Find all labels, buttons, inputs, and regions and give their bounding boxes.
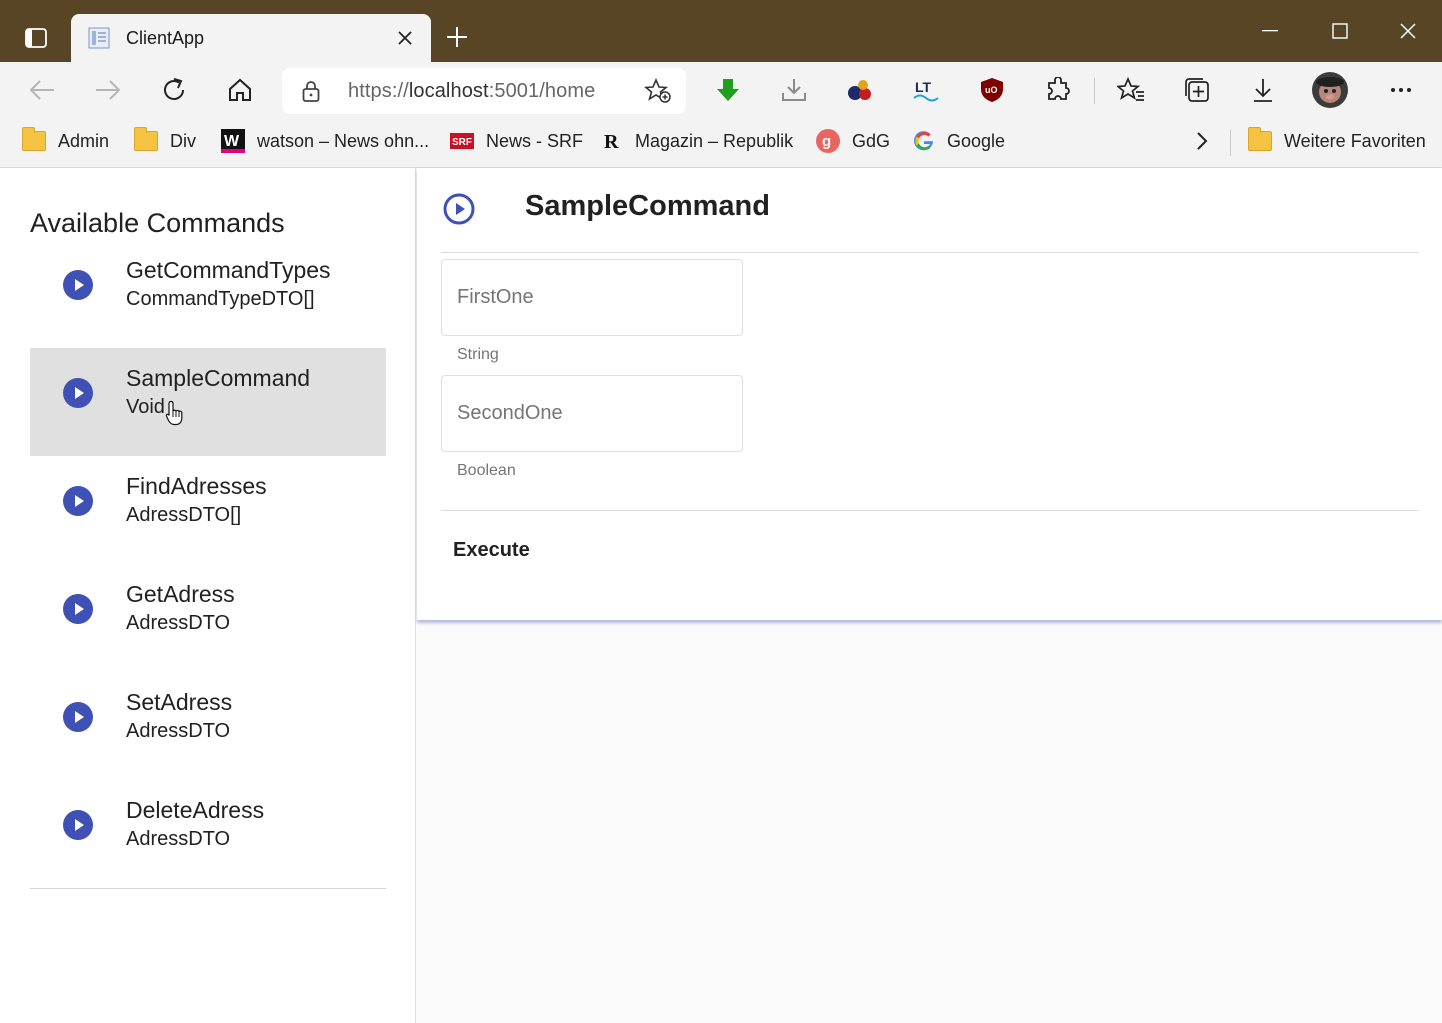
back-icon[interactable] xyxy=(24,72,60,108)
command-name: SetAdress xyxy=(126,689,233,715)
refresh-icon[interactable] xyxy=(156,72,192,108)
command-return-type: CommandTypeDTO[] xyxy=(126,288,315,310)
mouse-cursor-icon xyxy=(165,400,185,431)
favorites-bar: Admin Div W watson – News ohn... SRF New… xyxy=(0,118,1442,168)
bookmarks-separator xyxy=(1230,130,1231,156)
play-circle-icon xyxy=(63,810,93,840)
play-circle-outline-icon xyxy=(443,193,475,225)
bookmark-watson[interactable]: W watson – News ohn... xyxy=(221,128,429,154)
toolbar-separator xyxy=(1094,78,1095,104)
first-one-type-hint: String xyxy=(457,346,499,363)
command-item[interactable]: DeleteAdress AdressDTO xyxy=(30,780,386,888)
bookmark-srf[interactable]: SRF News - SRF xyxy=(450,128,583,154)
watson-icon: W xyxy=(221,129,245,153)
close-tab-icon[interactable] xyxy=(393,26,417,50)
home-icon[interactable] xyxy=(222,72,258,108)
second-one-field[interactable] xyxy=(441,375,743,452)
svg-text:R: R xyxy=(604,131,619,152)
command-item[interactable]: SampleCommand Void xyxy=(30,348,386,456)
tab-actions-icon[interactable] xyxy=(18,22,54,54)
command-name: FindAdresses xyxy=(126,473,267,499)
bookmark-admin[interactable]: Admin xyxy=(22,127,109,154)
languagetool-icon[interactable]: LT xyxy=(908,72,944,108)
close-window-icon[interactable] xyxy=(1391,14,1425,48)
command-name: GetCommandTypes xyxy=(126,257,331,283)
svg-text:W: W xyxy=(224,133,240,150)
command-name: DeleteAdress xyxy=(126,797,265,823)
republik-icon: R xyxy=(601,130,623,152)
bookmark-div[interactable]: Div xyxy=(134,127,196,154)
command-title: SampleCommand xyxy=(525,190,770,222)
execute-button[interactable]: Execute xyxy=(441,530,542,570)
extensions-icon[interactable] xyxy=(1040,72,1076,108)
svg-text:SRF: SRF xyxy=(452,137,472,148)
srf-icon: SRF xyxy=(450,133,474,149)
commands-sidebar: Available Commands GetCommandTypes Comman… xyxy=(0,168,416,1023)
browser-toolbar: https://localhost:5001/home LT uO xyxy=(0,62,1442,118)
profile-avatar[interactable] xyxy=(1312,72,1348,108)
command-item[interactable]: FindAdresses AdressDTO[] xyxy=(30,456,386,564)
new-tab-icon[interactable] xyxy=(442,22,472,52)
sidebar-divider xyxy=(30,888,386,889)
page-favicon-icon xyxy=(87,27,111,49)
forward-icon[interactable] xyxy=(90,72,126,108)
download-extension-icon[interactable] xyxy=(776,72,812,108)
command-return-type: AdressDTO xyxy=(126,612,231,634)
actions-divider xyxy=(441,510,1419,511)
play-circle-icon xyxy=(63,594,93,624)
folder-icon xyxy=(1248,127,1272,151)
browser-titlebar: ClientApp xyxy=(0,0,1442,62)
gdg-icon: g xyxy=(816,129,840,153)
command-return-type: Void xyxy=(126,396,165,418)
bookmark-google[interactable]: Google xyxy=(913,128,1005,154)
command-detail-card: SampleCommand String Boolean Execute xyxy=(417,168,1442,620)
add-favorite-icon[interactable] xyxy=(643,77,672,109)
bookmark-gdg[interactable]: g GdG xyxy=(816,128,890,154)
collections-icon[interactable] xyxy=(1179,72,1215,108)
svg-text:LT: LT xyxy=(915,79,932,95)
url-text[interactable]: https://localhost:5001/home xyxy=(348,80,595,103)
tab-title: ClientApp xyxy=(126,28,205,48)
command-return-type: AdressDTO xyxy=(126,720,231,742)
page-content: Available Commands GetCommandTypes Comman… xyxy=(0,168,1442,1023)
second-one-input[interactable] xyxy=(457,402,727,425)
address-bar[interactable]: https://localhost:5001/home xyxy=(282,68,686,114)
command-item[interactable]: GetCommandTypes CommandTypeDTO[] xyxy=(30,240,386,348)
chevron-right-icon[interactable] xyxy=(1196,128,1208,154)
first-one-field[interactable] xyxy=(441,259,743,336)
minimize-icon[interactable] xyxy=(1253,14,1287,48)
first-one-input[interactable] xyxy=(457,286,727,309)
header-divider xyxy=(441,252,1419,253)
play-circle-icon xyxy=(63,486,93,516)
download-helper-icon[interactable] xyxy=(710,72,746,108)
balls-extension-icon[interactable] xyxy=(842,72,878,108)
command-name: SampleCommand xyxy=(126,365,311,391)
svg-text:uO: uO xyxy=(985,85,998,95)
command-name: GetAdress xyxy=(126,581,235,607)
google-icon xyxy=(913,130,935,152)
command-item[interactable]: SetAdress AdressDTO xyxy=(30,672,386,780)
bookmark-other-favorites[interactable]: Weitere Favoriten xyxy=(1248,127,1426,154)
folder-icon xyxy=(134,127,158,151)
bookmark-republik[interactable]: R Magazin – Republik xyxy=(601,128,793,154)
play-circle-icon xyxy=(63,378,93,408)
folder-icon xyxy=(22,127,46,151)
command-item[interactable]: GetAdress AdressDTO xyxy=(30,564,386,672)
svg-text:g: g xyxy=(822,133,831,150)
command-return-type: AdressDTO xyxy=(126,828,231,850)
ublock-icon[interactable]: uO xyxy=(974,72,1010,108)
sidebar-title: Available Commands xyxy=(30,208,285,238)
downloads-icon[interactable] xyxy=(1245,72,1281,108)
lock-icon[interactable] xyxy=(302,80,320,107)
play-circle-icon xyxy=(63,702,93,732)
second-one-type-hint: Boolean xyxy=(457,462,516,479)
maximize-icon[interactable] xyxy=(1323,14,1357,48)
browser-tab[interactable]: ClientApp xyxy=(71,14,431,62)
command-return-type: AdressDTO[] xyxy=(126,504,242,526)
play-circle-icon xyxy=(63,270,93,300)
favorites-icon[interactable] xyxy=(1113,72,1149,108)
more-options-icon[interactable] xyxy=(1383,72,1419,108)
